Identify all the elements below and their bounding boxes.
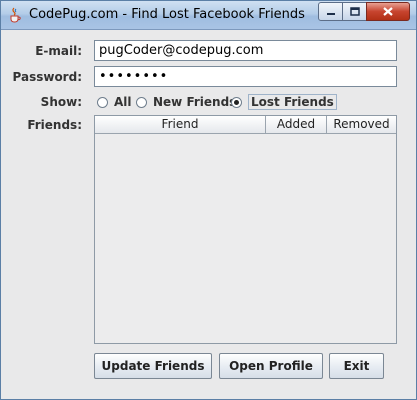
email-field[interactable] xyxy=(94,40,397,61)
radio-new-friends-label: New Friends xyxy=(153,95,237,109)
close-button[interactable] xyxy=(366,2,410,21)
minimize-button[interactable] xyxy=(318,2,343,21)
radio-all-indicator[interactable] xyxy=(97,96,108,108)
column-header-added[interactable]: Added xyxy=(266,116,327,133)
radio-new-friends-indicator[interactable] xyxy=(136,96,147,108)
exit-button[interactable]: Exit xyxy=(329,353,384,379)
app-window: CodePug.com - Find Lost Facebook Friends… xyxy=(0,0,417,400)
table-header: Friend Added Removed xyxy=(95,116,396,134)
show-label: Show: xyxy=(40,95,82,109)
friends-label: Friends: xyxy=(27,118,82,132)
window-title: CodePug.com - Find Lost Facebook Friends xyxy=(29,7,305,22)
password-label: Password: xyxy=(12,70,83,84)
maximize-icon xyxy=(349,7,360,16)
email-label: E-mail: xyxy=(35,44,82,58)
maximize-button[interactable] xyxy=(342,2,367,21)
title-bar[interactable]: CodePug.com - Find Lost Facebook Friends xyxy=(1,1,416,30)
radio-all[interactable]: All xyxy=(97,94,132,110)
column-header-friend[interactable]: Friend xyxy=(95,116,266,133)
java-cup-icon xyxy=(10,7,21,23)
column-header-removed[interactable]: Removed xyxy=(327,116,396,133)
open-profile-button[interactable]: Open Profile xyxy=(219,353,323,379)
radio-lost-friends[interactable]: Lost Friends xyxy=(231,94,337,110)
update-friends-button[interactable]: Update Friends xyxy=(94,353,212,379)
radio-all-label: All xyxy=(114,95,132,109)
friends-table[interactable]: Friend Added Removed xyxy=(94,115,397,344)
radio-new-friends[interactable]: New Friends xyxy=(136,94,236,110)
close-icon xyxy=(383,7,393,16)
radio-lost-friends-indicator[interactable] xyxy=(231,96,242,108)
radio-lost-friends-label: Lost Friends xyxy=(248,94,337,110)
password-field[interactable]: •••••••• xyxy=(94,66,397,87)
minimize-icon xyxy=(326,12,335,15)
